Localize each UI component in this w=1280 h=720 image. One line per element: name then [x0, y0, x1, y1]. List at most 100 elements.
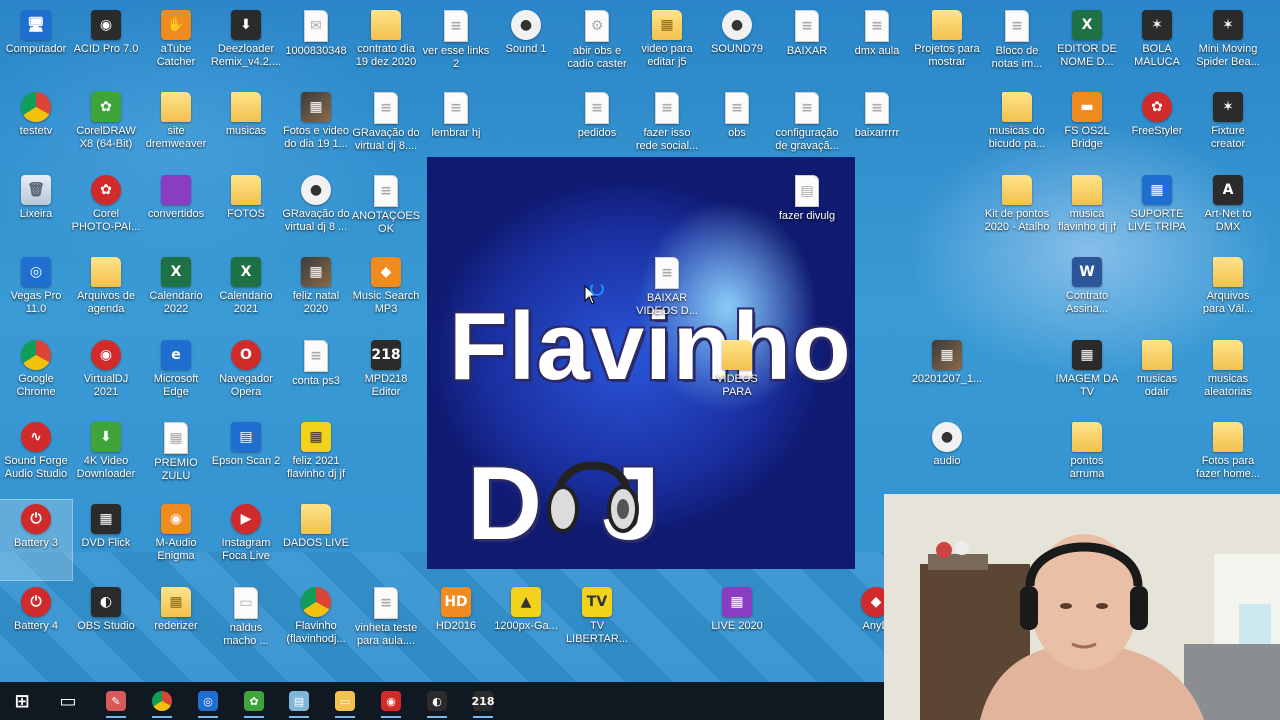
taskbar-obs-button[interactable]: ◐: [421, 686, 453, 718]
desktop-icon-13[interactable]: Projetos para mostrar: [911, 6, 983, 86]
desktop-icon-10[interactable]: ● SOUND79: [701, 6, 773, 86]
desktop-icon-83[interactable]: ≡ vinheta teste para aula....: [350, 583, 422, 663]
desktop-icon-76[interactable]: ▶ Instagram Foca Live: [210, 500, 282, 580]
desktop-icon-7[interactable]: ● Sound 1: [490, 6, 562, 86]
taskbar-paint-button[interactable]: ✎: [100, 686, 132, 718]
desktop-icon-30[interactable]: musicas do bicudo pa...: [981, 88, 1053, 168]
desktop-icon-5[interactable]: contrato dia 19 dez 2020: [350, 6, 422, 86]
desktop-icon-19[interactable]: ✿ CorelDRAW X8 (64-Bit): [70, 88, 142, 168]
desktop-icon-75[interactable]: ◉ M-Audio Enigma: [140, 500, 212, 580]
desktop-icon-0[interactable]: 🖥 Computador: [0, 6, 72, 86]
desktop-icon-40[interactable]: ▤ fazer divulg: [771, 171, 843, 251]
taskbar-start-button[interactable]: ⊞: [6, 686, 38, 716]
desktop-icon-49[interactable]: ▦ feliz natal 2020: [280, 253, 352, 333]
desktop-icon-80[interactable]: ▦ rederizer: [140, 583, 212, 663]
desktop-icon-72[interactable]: Fotos para fazer home...: [1192, 418, 1264, 498]
desktop-icon-1[interactable]: ◉ ACID Pro 7.0: [70, 6, 142, 86]
desktop-icon-65[interactable]: ∿ Sound Forge Audio Studio: [0, 418, 72, 498]
desktop-icon-4[interactable]: ✉ 1000830348: [280, 6, 352, 86]
desktop-icon-27[interactable]: ≡ obs: [701, 88, 773, 168]
desktop-icon-50[interactable]: ◆ Music Search MP3: [350, 253, 422, 333]
taskbar-virtualdj-button[interactable]: ◉: [375, 686, 407, 718]
desktop-icon-43[interactable]: ▦ SUPORTE LIVE TRIPA: [1121, 171, 1193, 251]
desktop-icon-82[interactable]: Flavinho (flavinhodj...: [280, 583, 352, 663]
desktop-icon-46[interactable]: Arquivos de agenda: [70, 253, 142, 333]
desktop-icon-22[interactable]: ▦ Fotos e video do dia 19 1...: [280, 88, 352, 168]
taskbar-chrome-button[interactable]: [146, 686, 178, 718]
taskbar-mpd218-button[interactable]: 218: [467, 686, 499, 718]
desktop-icon-17[interactable]: ✶ Mini Moving Spider Bea...: [1192, 6, 1264, 86]
desktop-icon-56[interactable]: e Microsoft Edge: [140, 336, 212, 416]
desktop-icon-60[interactable]: VIDEOS PARA UPAR - Atal...: [701, 336, 773, 416]
desktop-icon-58[interactable]: ≡ conta ps3: [280, 336, 352, 416]
desktop-icon-85[interactable]: ▲ 1200px-Ga...: [490, 583, 562, 663]
taskbar-coreldraw-button[interactable]: ✿: [238, 686, 270, 718]
desktop-icon-41[interactable]: Kit de pontos 2020 - Atalho: [981, 171, 1053, 251]
desktop-icon-77[interactable]: DADOS LIVE: [280, 500, 352, 580]
desktop-icon-9[interactable]: ▦ video para editar j5: [631, 6, 703, 86]
desktop-icon-70[interactable]: ● audio: [911, 418, 983, 498]
desktop-icon-44[interactable]: A Art-Net to DMX: [1192, 171, 1264, 251]
desktop-icon-32[interactable]: ✿ FreeStyler: [1121, 88, 1193, 168]
desktop-icon-45[interactable]: ◎ Vegas Pro 11.0: [0, 253, 72, 333]
desktop-icon-34[interactable]: 🗑 Lixeira: [0, 171, 72, 251]
desktop-icon-87[interactable]: ▦ LIVE 2020: [701, 583, 773, 663]
desktop-icon-73[interactable]: ⏻ Battery 3: [0, 499, 73, 581]
desktop-icon-3[interactable]: ⬇ Deezloader Remix_v4.2....: [210, 6, 282, 86]
desktop-icon-2[interactable]: ✋ aTube Catcher: [140, 6, 212, 86]
taskbar-vegas-button[interactable]: ◎: [192, 686, 224, 718]
desktop-icon-53[interactable]: Arquivos para Vál...: [1192, 253, 1264, 333]
desktop-icon-23[interactable]: ≡ GRavação do virtual dj 8....: [350, 88, 422, 168]
desktop-icon-37[interactable]: FOTOS: [210, 171, 282, 251]
desktop-icon-63[interactable]: musicas odair: [1121, 336, 1193, 416]
desktop-icon-51[interactable]: ≡ BAIXAR VIDEOS D...: [631, 253, 703, 333]
desktop-icon-18[interactable]: testetv: [0, 88, 72, 168]
desktop-icon-52[interactable]: W Contrato Assina...: [1051, 253, 1123, 333]
taskbar-notepad-button[interactable]: ▤: [283, 686, 315, 718]
taskbar-file-explorer-button[interactable]: ▭: [329, 686, 361, 718]
desktop-icon-86[interactable]: TV TV LIBERTAR...: [561, 583, 633, 663]
desktop-icon-25[interactable]: ≡ pedidos: [561, 88, 633, 168]
desktop-icon-28[interactable]: ≡ configuração de gravaçã...: [771, 88, 843, 168]
desktop-icon-67[interactable]: ▦ PREMIO ZULU: [140, 418, 212, 498]
desktop-icon-16[interactable]: ✶ BOLA MALUCA: [1121, 6, 1193, 86]
taskbar-task-view-button[interactable]: ▭: [52, 686, 84, 716]
desktop-icon-48[interactable]: X Calendario 2021: [210, 253, 282, 333]
desktop-icon-12[interactable]: ≡ dmx aula: [841, 6, 913, 86]
desktop-icon-24[interactable]: ≡ lembrar hj: [420, 88, 492, 168]
desktop-icon-36[interactable]: convertidos: [140, 171, 212, 251]
desktop-icon-11[interactable]: ≡ BAIXAR: [771, 6, 843, 86]
desktop-icon-8[interactable]: ⚙ abir obs e cadio caster: [561, 6, 633, 86]
desktop-icon-57[interactable]: O Navegador Opera: [210, 336, 282, 416]
desktop-icon-61[interactable]: ▦ 20201207_1...: [911, 336, 983, 416]
desktop-icon-64[interactable]: musicas aleatorias: [1192, 336, 1264, 416]
desktop-icon-15[interactable]: X EDITOR DE NOME D...: [1051, 6, 1123, 86]
desktop-icon-66[interactable]: ⬇ 4K Video Downloader: [70, 418, 142, 498]
desktop-icon-47[interactable]: X Calendario 2022: [140, 253, 212, 333]
desktop-icon-78[interactable]: ⏻ Battery 4: [0, 583, 72, 663]
desktop-icon-26[interactable]: ≡ fazer isso rede social...: [631, 88, 703, 168]
green-icon: ✿: [91, 92, 121, 122]
desktop-icon-62[interactable]: ▦ IMAGEM DA TV LIBERATIA: [1051, 336, 1123, 416]
desktop-icon-55[interactable]: ◉ VirtualDJ 2021: [70, 336, 142, 416]
desktop-icon-33[interactable]: ✶ Fixture creator: [1192, 88, 1264, 168]
desktop-icon-35[interactable]: ✿ Corel PHOTO-PAI...: [70, 171, 142, 251]
desktop-icon-68[interactable]: ▤ Epson Scan 2: [210, 418, 282, 498]
desktop-icon-39[interactable]: ≡ ANOTAÇÕES OK: [350, 171, 422, 251]
desktop-icon-59[interactable]: 218 MPD218 Editor: [350, 336, 422, 416]
desktop-icon-6[interactable]: ≡ ver esse links 2: [420, 6, 492, 86]
desktop-icon-21[interactable]: musicas: [210, 88, 282, 168]
desktop-icon-20[interactable]: site dremweaver: [140, 88, 212, 168]
desktop-icon-31[interactable]: ▬ FS OS2L Bridge: [1051, 88, 1123, 168]
desktop-icon-54[interactable]: Google Chrome: [0, 336, 72, 416]
desktop-icon-69[interactable]: ▦ feliz 2021 flavinho dj jf: [280, 418, 352, 498]
desktop-icon-29[interactable]: ≡ baixarrrrr: [841, 88, 913, 168]
desktop-icon-84[interactable]: HD HD2016: [420, 583, 492, 663]
desktop-icon-74[interactable]: ▦ DVD Flick: [70, 500, 142, 580]
desktop-icon-14[interactable]: ≡ Bloco de notas im...: [981, 6, 1053, 86]
desktop-icon-71[interactable]: pontos arruma: [1051, 418, 1123, 498]
desktop-icon-79[interactable]: ◐ OBS Studio: [70, 583, 142, 663]
desktop-icon-38[interactable]: ● GRavação do virtual dj 8 ...: [280, 171, 352, 251]
desktop-icon-81[interactable]: ▭ naldus macho ...: [210, 583, 282, 663]
desktop-icon-42[interactable]: musica flavinho dj jf: [1051, 171, 1123, 251]
